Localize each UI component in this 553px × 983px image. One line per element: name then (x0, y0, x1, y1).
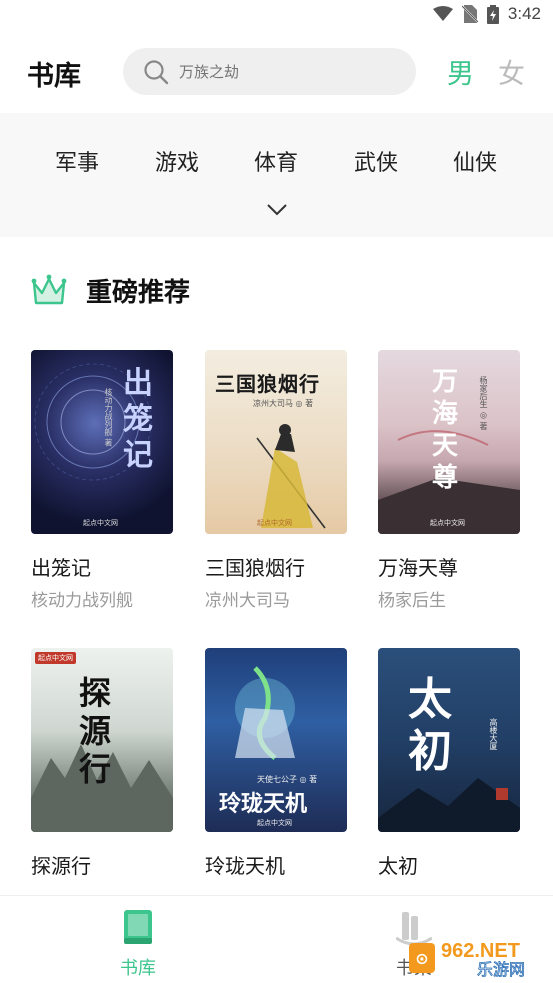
cover-seal (496, 788, 508, 800)
gender-tab-male-label: 男 (447, 59, 474, 90)
chevron-down-icon[interactable] (265, 201, 289, 217)
cover-author: 核动力战列舰 著 (104, 388, 113, 447)
nav-label-library: 书库 (120, 958, 156, 979)
cover-title: 玲珑天机 (219, 791, 308, 817)
cover-publisher: 起点中文网 (35, 652, 76, 664)
book-icon (124, 910, 152, 944)
cover-publisher: 起点中文网 (257, 819, 292, 827)
book-title: 三国狼烟行 (205, 556, 305, 580)
category-item[interactable]: 军事 (42, 145, 112, 177)
book-card[interactable]: 三国狼烟行 凉州大司马 ◎ 著 起点中文网 三国狼烟行 凉州大司马 (205, 350, 347, 611)
cover-title: 万海天尊 (432, 367, 459, 493)
crown-icon (31, 274, 67, 305)
category-item[interactable]: 武侠 (341, 145, 411, 177)
gender-tab-male[interactable]: 男 (447, 52, 474, 91)
book-title: 出笼记 (31, 556, 91, 580)
section-header: 重磅推荐 (30, 268, 190, 312)
book-cover: 起点中文网 探源行 (31, 648, 173, 832)
cover-title: 探源行 (79, 674, 112, 788)
book-title: 玲珑天机 (205, 854, 285, 878)
section-title: 重磅推荐 (86, 277, 191, 308)
category-item[interactable]: 仙侠 (440, 145, 510, 177)
book-author: 凉州大司马 (205, 591, 290, 611)
cover-title: 太初 (408, 674, 452, 777)
book-card[interactable]: 万海天尊 杨家后生 ◎ 著 起点中文网 万海天尊 杨家后生 (378, 350, 520, 611)
cover-author: 高楼大厦 (489, 718, 498, 750)
cover-author: 凉州大司马 ◎ 著 (253, 399, 314, 408)
cover-title: 出笼记 (123, 366, 153, 473)
book-cover: 万海天尊 杨家后生 ◎ 著 起点中文网 (378, 350, 520, 534)
cover-author: 杨家后生 ◎ 著 (479, 376, 488, 431)
book-cover: 天使七公子 ◎ 著 玲珑天机 起点中文网 (205, 648, 347, 832)
book-cover: 三国狼烟行 凉州大司马 ◎ 著 起点中文网 (205, 350, 347, 534)
status-icons: 3:42 (432, 4, 541, 24)
svg-text:962.NET: 962.NET (441, 940, 520, 962)
page-title: 书库 (27, 61, 81, 92)
cover-author: 天使七公子 ◎ 著 (257, 775, 318, 784)
header: 书库 男 女 (0, 32, 553, 112)
book-author: 核动力战列舰 (31, 591, 133, 611)
gender-tab-female[interactable]: 女 (498, 52, 525, 91)
book-title: 太初 (378, 854, 418, 878)
battery-icon (486, 4, 499, 24)
search-input[interactable] (179, 48, 399, 95)
search-icon (144, 60, 169, 85)
book-cover: 太初 高楼大厦 (378, 648, 520, 832)
book-author: 杨家后生 (378, 591, 446, 611)
category-item[interactable]: 体育 (241, 145, 311, 177)
cover-title: 三国狼烟行 (215, 372, 320, 396)
search-box[interactable] (123, 48, 416, 95)
no-sim-icon (461, 5, 478, 23)
book-card[interactable]: 起点中文网 探源行 探源行 (31, 648, 173, 878)
svg-text:⊙: ⊙ (415, 949, 428, 968)
book-cover: 出笼记 核动力战列舰 著 起点中文网 (31, 350, 173, 534)
book-title: 探源行 (31, 854, 91, 878)
watermark-logo: ⊙ 962.NET 乐游网 (407, 935, 547, 979)
book-card[interactable]: 天使七公子 ◎ 著 玲珑天机 起点中文网 玲珑天机 (205, 648, 347, 878)
status-bar: 3:42 (0, 0, 553, 32)
book-card[interactable]: 出笼记 核动力战列舰 著 起点中文网 出笼记 核动力战列舰 (31, 350, 173, 611)
category-panel: 军事 游戏 体育 武侠 仙侠 (0, 113, 553, 237)
nav-item-library[interactable]: 书库 (98, 908, 178, 980)
status-time: 3:42 (507, 4, 541, 23)
category-item[interactable]: 游戏 (142, 145, 212, 177)
gender-tab-female-label: 女 (498, 59, 525, 90)
cover-publisher: 起点中文网 (257, 519, 292, 527)
wifi-icon (432, 6, 453, 21)
book-title: 万海天尊 (378, 556, 458, 580)
svg-text:乐游网: 乐游网 (477, 960, 525, 979)
cover-publisher: 起点中文网 (83, 519, 118, 527)
cover-publisher: 起点中文网 (430, 519, 465, 527)
book-card[interactable]: 太初 高楼大厦 太初 (378, 648, 520, 878)
